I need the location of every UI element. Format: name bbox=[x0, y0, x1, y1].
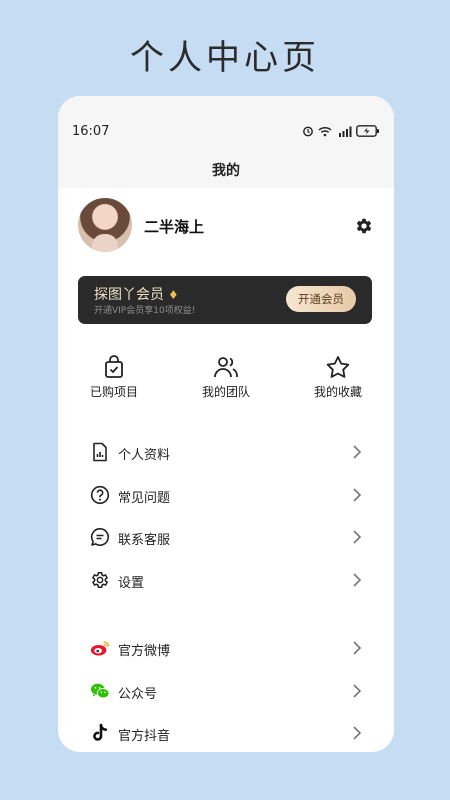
status-icons bbox=[302, 125, 380, 137]
weibo-icon bbox=[90, 641, 109, 656]
menu-item-faq[interactable]: 常见问题 bbox=[58, 475, 394, 518]
page-heading: 个人中心页 bbox=[130, 38, 320, 78]
menu-label: 常见问题 bbox=[118, 490, 171, 506]
chevron-right-icon bbox=[353, 573, 362, 587]
menu-item-weibo[interactable]: 官方微博 bbox=[58, 628, 394, 671]
chevron-right-icon bbox=[353, 641, 362, 655]
wifi-icon bbox=[318, 126, 332, 136]
open-vip-button[interactable]: 开通会员 bbox=[286, 286, 356, 312]
menu-label: 设置 bbox=[118, 575, 145, 591]
menu-label: 公众号 bbox=[118, 686, 158, 702]
vip-subtitle: 开通VIP会员享10项权益! bbox=[94, 306, 196, 316]
menu-label: 联系客服 bbox=[118, 533, 171, 549]
quick-action-purchased[interactable]: 已购项目 bbox=[58, 354, 170, 404]
menu-label: 官方抖音 bbox=[118, 729, 171, 745]
social-list: 官方微博 公众号 官方抖音 bbox=[58, 628, 394, 752]
username: 二半海上 bbox=[144, 218, 205, 236]
menu-item-customer-service[interactable]: 联系客服 bbox=[58, 517, 394, 560]
chevron-right-icon bbox=[353, 488, 362, 502]
phone-screen: 16:07 我的 二半海上 探图丫会员 ♦ 开通VIP会员享10项权益! 开通会… bbox=[58, 96, 394, 752]
chevron-right-icon bbox=[353, 445, 362, 459]
menu-list: 个人资料 常见问题 联系客服 设置 bbox=[58, 432, 394, 602]
avatar[interactable] bbox=[78, 198, 132, 252]
profile-header: 二半海上 bbox=[78, 198, 374, 254]
menu-label: 官方微博 bbox=[118, 644, 171, 659]
top-area: 16:07 我的 bbox=[58, 96, 394, 188]
quick-actions: 已购项目 我的团队 我的收藏 bbox=[58, 354, 394, 404]
quick-action-label: 我的收藏 bbox=[313, 385, 362, 399]
vip-title-text: 探图丫会员 bbox=[94, 287, 164, 303]
chevron-right-icon bbox=[353, 530, 362, 544]
quick-action-favorites[interactable]: 我的收藏 bbox=[282, 354, 394, 404]
shopping-bag-check-icon bbox=[105, 355, 123, 378]
menu-item-douyin[interactable]: 官方抖音 bbox=[58, 713, 394, 752]
menu-label: 个人资料 bbox=[118, 448, 171, 463]
status-bar: 16:07 bbox=[58, 96, 394, 139]
quick-action-label: 已购项目 bbox=[89, 385, 138, 399]
quick-action-label: 我的团队 bbox=[201, 385, 250, 399]
alarm-icon bbox=[303, 126, 313, 137]
chevron-right-icon bbox=[353, 726, 362, 740]
signal-icon bbox=[339, 126, 352, 137]
wechat-icon bbox=[90, 683, 110, 699]
chat-bubble-icon bbox=[90, 528, 109, 547]
team-users-icon bbox=[214, 357, 238, 378]
question-circle-icon bbox=[90, 485, 110, 504]
battery-icon bbox=[356, 125, 379, 137]
menu-item-settings[interactable]: 设置 bbox=[58, 560, 394, 603]
quick-action-team[interactable]: 我的团队 bbox=[170, 354, 282, 404]
menu-item-profile[interactable]: 个人资料 bbox=[58, 432, 394, 475]
menu-item-wechat[interactable]: 公众号 bbox=[58, 671, 394, 714]
star-icon bbox=[326, 356, 350, 378]
vip-title: 探图丫会员 ♦ bbox=[94, 284, 179, 304]
nav-title: 我的 bbox=[212, 163, 240, 179]
vip-banner[interactable]: 探图丫会员 ♦ 开通VIP会员享10项权益! 开通会员 bbox=[78, 276, 372, 324]
gear-icon bbox=[92, 571, 108, 588]
tiktok-icon bbox=[93, 723, 108, 741]
settings-gear-icon[interactable] bbox=[354, 216, 374, 236]
chevron-right-icon bbox=[353, 684, 362, 698]
diamond-icon: ♦ bbox=[168, 288, 179, 302]
status-time: 16:07 bbox=[72, 124, 110, 139]
profile-document-icon bbox=[93, 442, 107, 462]
